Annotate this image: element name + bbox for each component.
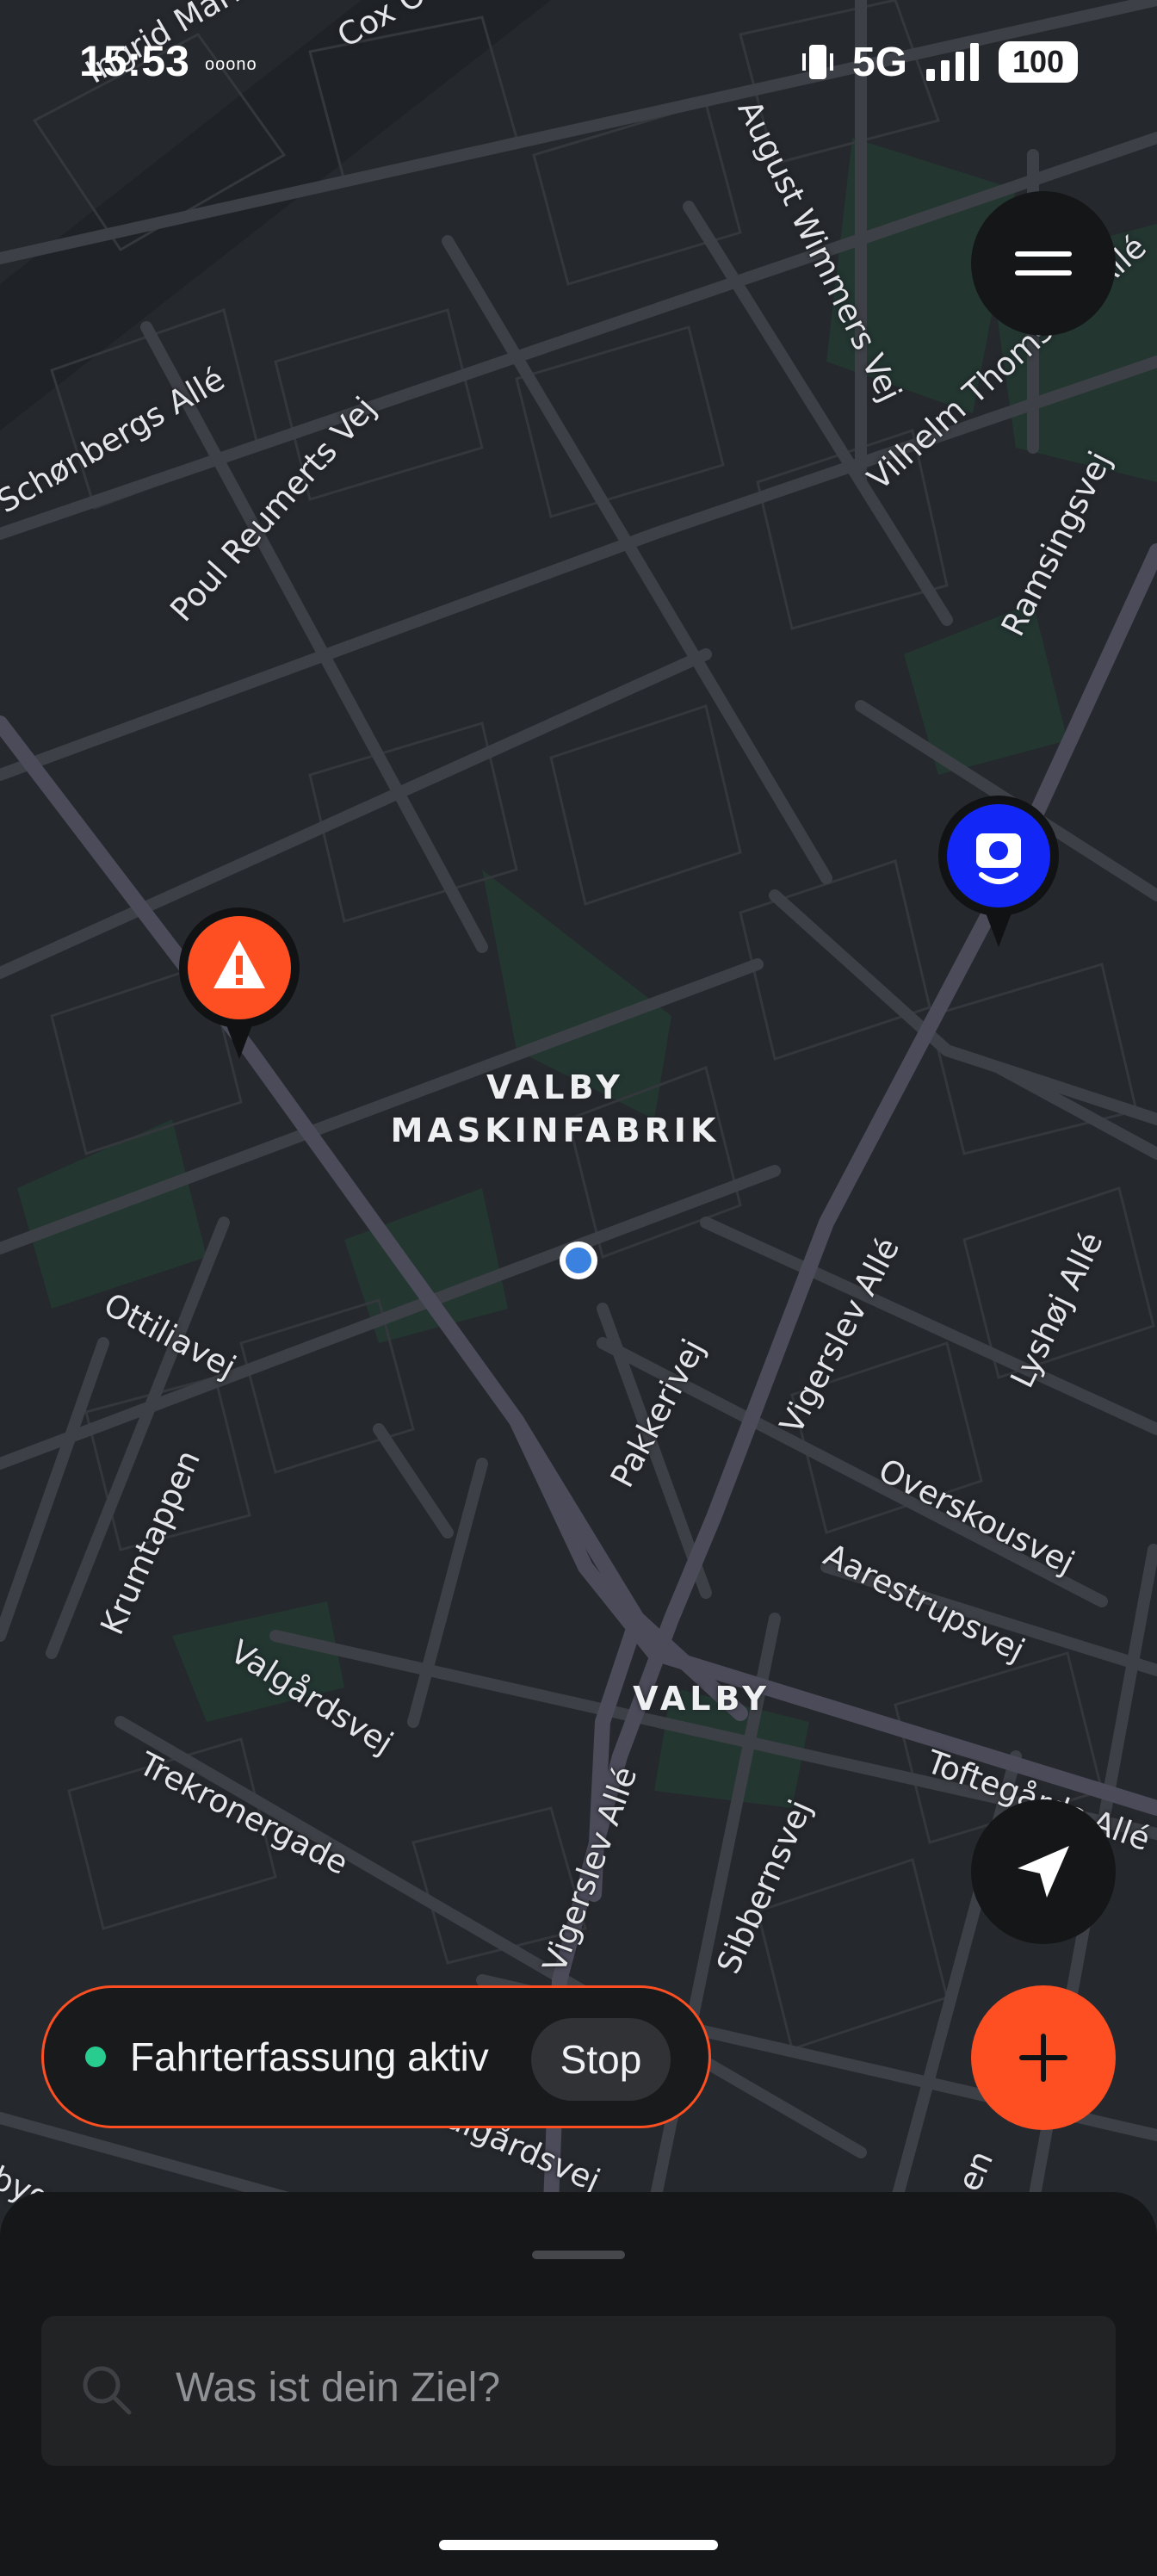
menu-button[interactable] — [971, 191, 1116, 336]
search-placeholder: Was ist dein Ziel? — [176, 2365, 501, 2411]
battery-icon: 100 — [999, 41, 1078, 83]
trip-recording-status: Fahrterfassung aktiv — [130, 2034, 489, 2079]
stop-recording-button[interactable]: Stop — [531, 2018, 671, 2101]
app-screen: Ingrid Marie Cox O August Wimmers Vej Vi… — [0, 0, 1157, 2576]
add-report-button[interactable] — [971, 1985, 1116, 2130]
hazard-marker[interactable] — [177, 906, 301, 1065]
vibrate-icon — [801, 45, 833, 79]
search-icon — [83, 2366, 132, 2415]
home-indicator[interactable] — [439, 2540, 718, 2550]
navigation-arrow-icon — [1018, 1846, 1069, 1898]
recenter-button[interactable] — [971, 1799, 1116, 1944]
place-label-valby: VALBY — [633, 1680, 770, 1718]
warning-triangle-icon — [179, 907, 300, 1059]
plus-icon — [1019, 2034, 1067, 2082]
place-label-line-1: VALBY — [486, 1068, 624, 1106]
location-dot-icon — [560, 1242, 597, 1279]
place-label-valby-maskinfabrik: VALBY MASKINFABRIK — [379, 1066, 732, 1152]
bottom-sheet: Was ist dein Ziel? — [0, 2192, 1157, 2576]
status-indicators: 5G 100 — [801, 39, 1078, 85]
recording-active-indicator — [85, 2047, 106, 2067]
status-time: 15:53 — [79, 37, 189, 85]
signal-bars-icon — [926, 43, 979, 81]
network-type: 5G — [851, 39, 907, 85]
trip-recording-banner: Fahrterfassung aktiv Stop — [41, 1985, 711, 2128]
hamburger-menu-icon — [1015, 251, 1072, 276]
current-location-marker — [558, 1240, 599, 1285]
sheet-drag-handle[interactable] — [532, 2251, 625, 2259]
destination-search-input[interactable]: Was ist dein Ziel? — [41, 2316, 1116, 2466]
notification-app-icon: ooono — [205, 55, 257, 74]
status-bar: 15:53 ooono 5G 100 — [0, 0, 1157, 129]
speed-camera-icon — [938, 796, 1059, 947]
place-label-line-2: MASKINFABRIK — [390, 1112, 721, 1149]
speed-camera-marker[interactable] — [937, 794, 1061, 953]
